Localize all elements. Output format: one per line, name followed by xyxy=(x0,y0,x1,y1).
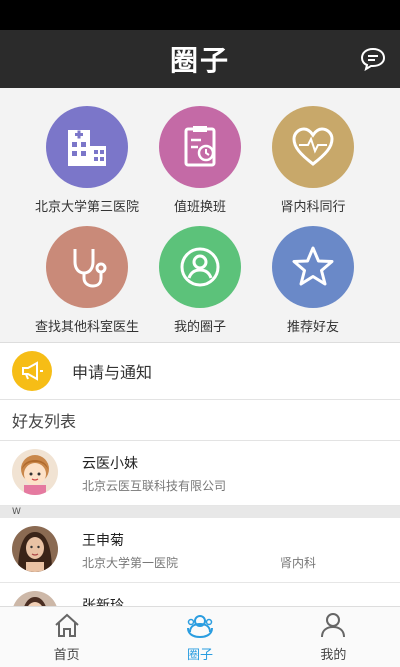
friend-org: 北京云医互联科技有限公司 xyxy=(82,479,227,493)
tab-mine[interactable]: 我的 xyxy=(267,607,400,667)
grid-item-find-doctor[interactable]: 查找其他科室医生 xyxy=(22,226,152,335)
user-circle-icon xyxy=(159,226,241,308)
shortcut-grid: 北京大学第三医院 值班换班 肾内科同行 查找其他科室医生 我的圈子 推荐好友 xyxy=(0,88,400,343)
tab-circle-label: 圈子 xyxy=(186,647,213,663)
grid-label-recommend: 推荐好友 xyxy=(286,320,339,335)
grid-item-hospital[interactable]: 北京大学第三医院 xyxy=(22,106,152,215)
notice-row[interactable]: 申请与通知 xyxy=(0,343,400,400)
circle-people-icon xyxy=(185,612,215,642)
grid-label-my-circle: 我的圈子 xyxy=(173,320,226,335)
avatar xyxy=(12,526,58,572)
chat-bubble-icon[interactable] xyxy=(358,44,388,74)
status-bar xyxy=(0,0,400,30)
friend-org: 北京大学第一医院 xyxy=(82,556,179,570)
star-icon xyxy=(272,226,354,308)
avatar xyxy=(12,449,58,495)
tab-mine-label: 我的 xyxy=(320,647,347,663)
nav-bar: 圈子 xyxy=(0,30,400,88)
grid-item-recommend[interactable]: 推荐好友 xyxy=(248,226,378,335)
grid-item-shift[interactable]: 值班换班 xyxy=(135,106,265,215)
grid-label-hospital: 北京大学第三医院 xyxy=(34,200,139,215)
notice-label: 申请与通知 xyxy=(72,363,153,382)
tab-circle[interactable]: 圈子 xyxy=(133,607,266,667)
hospital-icon xyxy=(46,106,128,188)
grid-item-peers[interactable]: 肾内科同行 xyxy=(248,106,378,215)
grid-item-my-circle[interactable]: 我的圈子 xyxy=(135,226,265,335)
grid-label-shift: 值班换班 xyxy=(173,200,226,215)
friend-row[interactable]: 王申菊 北京大学第一医院 肾内科 xyxy=(0,518,400,583)
tab-home-label: 首页 xyxy=(53,647,80,663)
friend-name: 王申菊 xyxy=(82,533,124,549)
section-index-letter: W xyxy=(0,506,400,518)
friend-row[interactable]: 云医小妹 北京云医互联科技有限公司 xyxy=(0,441,400,506)
heart-pulse-icon xyxy=(272,106,354,188)
friend-dept: 肾内科 xyxy=(280,556,317,570)
clipboard-clock-icon xyxy=(159,106,241,188)
megaphone-icon xyxy=(12,351,52,391)
page-title: 圈子 xyxy=(169,44,230,77)
stethoscope-icon xyxy=(46,226,128,308)
friend-name: 云医小妹 xyxy=(82,456,138,472)
grid-label-peers: 肾内科同行 xyxy=(280,200,346,215)
friends-list-title: 好友列表 xyxy=(0,400,400,441)
grid-label-find-doctor: 查找其他科室医生 xyxy=(34,320,139,335)
tab-bar: 首页 圈子 我的 xyxy=(0,606,400,667)
home-icon xyxy=(53,612,81,642)
person-icon xyxy=(319,612,347,642)
tab-home[interactable]: 首页 xyxy=(0,607,133,667)
